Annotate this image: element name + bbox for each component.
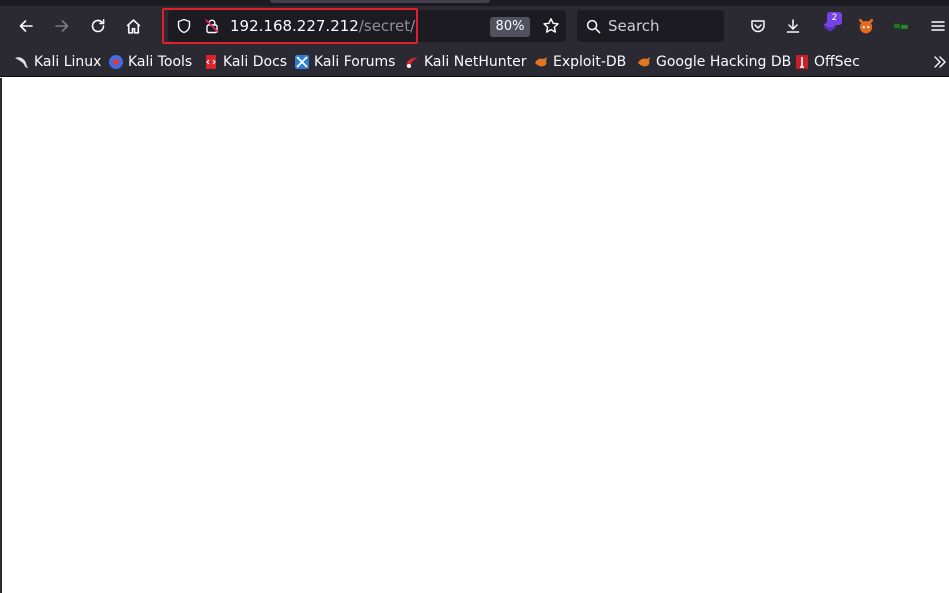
bookmark-label: Kali Docs [223,54,288,70]
reload-icon [91,19,105,33]
navigation-toolbar: 192.168.227.212/secret/ 80% Search 2 [0,6,949,48]
search-icon [586,19,601,34]
fox-icon [858,18,874,34]
bookmark-kali-nethunter[interactable]: Kali NetHunter [404,52,526,72]
bookmark-label: Kali Forums [314,54,396,70]
bookmark-kali-docs[interactable]: Kali Docs [203,52,287,72]
bookmark-label: OffSec [814,54,860,70]
bookmark-label: Kali Linux [34,54,102,70]
kali-dragon-icon [15,57,29,68]
chevron-double-right-icon[interactable] [932,54,948,70]
search-placeholder: Search [608,17,660,35]
arrow-right-icon [55,20,69,32]
bookmark-label: Kali Tools [128,54,193,70]
bookmark-kali-tools[interactable]: Kali Tools [108,52,192,72]
bookmark-exploit-db[interactable]: Exploit-DB [533,52,626,72]
extension-badge-count: 2 [827,12,842,25]
home-button[interactable] [118,11,148,41]
bookmark-google-hacking-db[interactable]: Google Hacking DB [636,52,791,72]
arrow-left-icon [19,20,33,32]
bookmarks-toolbar: Kali Linux Kali Tools Kali Docs Kali For… [0,48,949,77]
star-icon[interactable] [542,17,560,35]
download-icon [786,19,800,33]
exploit-db-icon [535,57,547,67]
bookmark-label: Exploit-DB [553,54,627,70]
reload-button[interactable] [83,11,113,41]
kali-tools-icon [109,55,123,69]
downloads-button[interactable] [778,11,808,41]
bookmark-label: Kali NetHunter [424,54,527,70]
pocket-icon [751,20,765,33]
bookmark-offsec[interactable]: OffSec [794,52,860,72]
hamburger-menu-icon [931,21,945,31]
google-hacking-db-icon [638,57,650,67]
page-content [0,78,949,593]
bookmark-kali-linux[interactable]: Kali Linux [14,52,101,72]
app-menu-button[interactable] [923,11,949,41]
cookie-editor-icon [894,23,908,29]
bookmark-kali-forums[interactable]: Kali Forums [294,52,395,72]
nethunter-icon [406,57,418,68]
back-button[interactable] [11,11,41,41]
foxyproxy-button[interactable] [851,11,881,41]
active-tab-edge[interactable] [270,0,490,3]
extension-green-button[interactable] [886,11,916,41]
home-icon [126,18,140,34]
offsec-icon [796,55,808,69]
forward-button[interactable] [47,11,77,41]
pocket-button[interactable] [743,11,773,41]
bookmark-label: Google Hacking DB [656,54,792,70]
zoom-level-button[interactable]: 80% [490,17,530,37]
url-highlight-annotation [162,8,418,44]
search-bar[interactable]: Search [577,10,724,42]
kali-forums-icon [295,55,309,69]
kali-docs-icon [206,55,216,69]
